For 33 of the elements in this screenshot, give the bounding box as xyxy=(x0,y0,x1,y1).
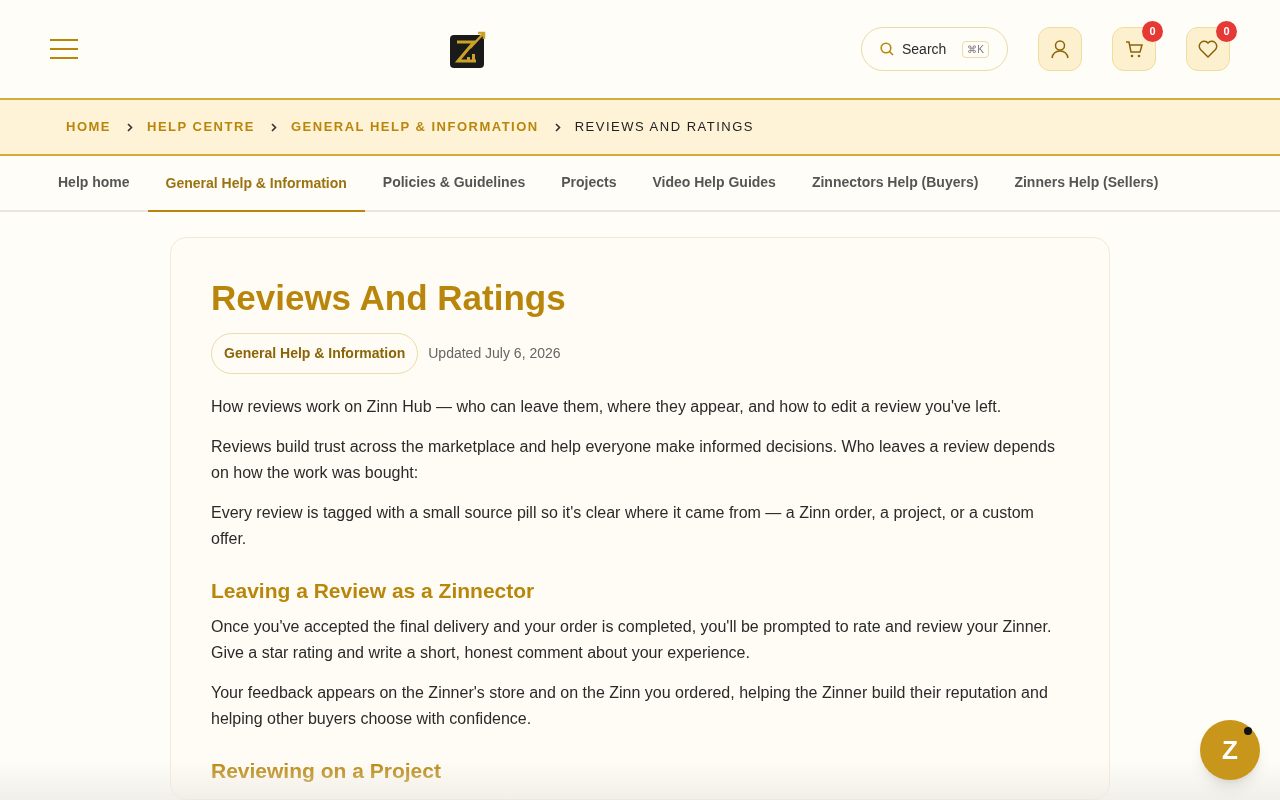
menu-icon[interactable] xyxy=(50,39,78,59)
search-button[interactable]: Search ⌘K xyxy=(860,27,1008,71)
updated-date: Updated July 6, 2026 xyxy=(428,344,561,363)
chevron-icon xyxy=(127,122,133,132)
tab[interactable]: Help home xyxy=(40,154,148,210)
wishlist-button[interactable] xyxy=(1186,27,1230,71)
cart-icon xyxy=(1125,40,1143,58)
user-icon xyxy=(1050,39,1070,59)
tab[interactable]: Projects xyxy=(543,154,635,210)
section-heading: Reviewing on a Project xyxy=(211,758,442,784)
paragraph: How reviews work on Zinn Hub — who can leave them, where they appear, and how to edit a review you've left. xyxy=(211,397,1003,417)
paragraph: Your feedback appears on the Zinner's store and on the Zinn you ordered, helping the Zinner build their reputation and helping other buyers choose with confidence. xyxy=(211,683,1049,729)
paragraph: Once you've accepted the final delivery and your order is completed, you'll be prompted to rate and review your Zinner. Give a star rating and write a short, honest comment about your experience. xyxy=(211,617,1053,663)
logo[interactable] xyxy=(450,30,487,68)
article-title: Reviews And Ratings xyxy=(211,277,567,319)
count-badge: 0 xyxy=(1216,21,1237,42)
section-heading: Leaving a Review as a Zinnector xyxy=(211,578,536,604)
cart-button[interactable] xyxy=(1112,27,1156,71)
chevron-icon xyxy=(271,122,277,132)
tab[interactable]: Policies & Guidelines xyxy=(364,154,544,210)
tab[interactable]: Zinnectors Help (Buyers) xyxy=(793,154,997,210)
shortcut-hint: ⌘K xyxy=(962,40,989,58)
account-button[interactable] xyxy=(1038,27,1082,71)
paragraph: Every review is tagged with a small source pill so it's clear where it came from — a Zinn order, a project, or a custom offer. xyxy=(211,503,1035,549)
current-page: REVIEWS AND RATINGS xyxy=(574,118,754,137)
tab[interactable]: Zinners Help (Sellers) xyxy=(996,154,1177,210)
heart-icon xyxy=(1198,40,1218,58)
count-badge: 0 xyxy=(1142,21,1163,42)
tab[interactable]: General Help & Information xyxy=(147,156,365,212)
paragraph: Reviews build trust across the marketplace and help everyone make informed decisions. Who leaves a review depends on how the work was bought: xyxy=(211,437,1056,483)
tab[interactable]: Video Help Guides xyxy=(634,154,794,210)
chevron-icon xyxy=(554,122,561,132)
search-icon xyxy=(879,42,894,56)
